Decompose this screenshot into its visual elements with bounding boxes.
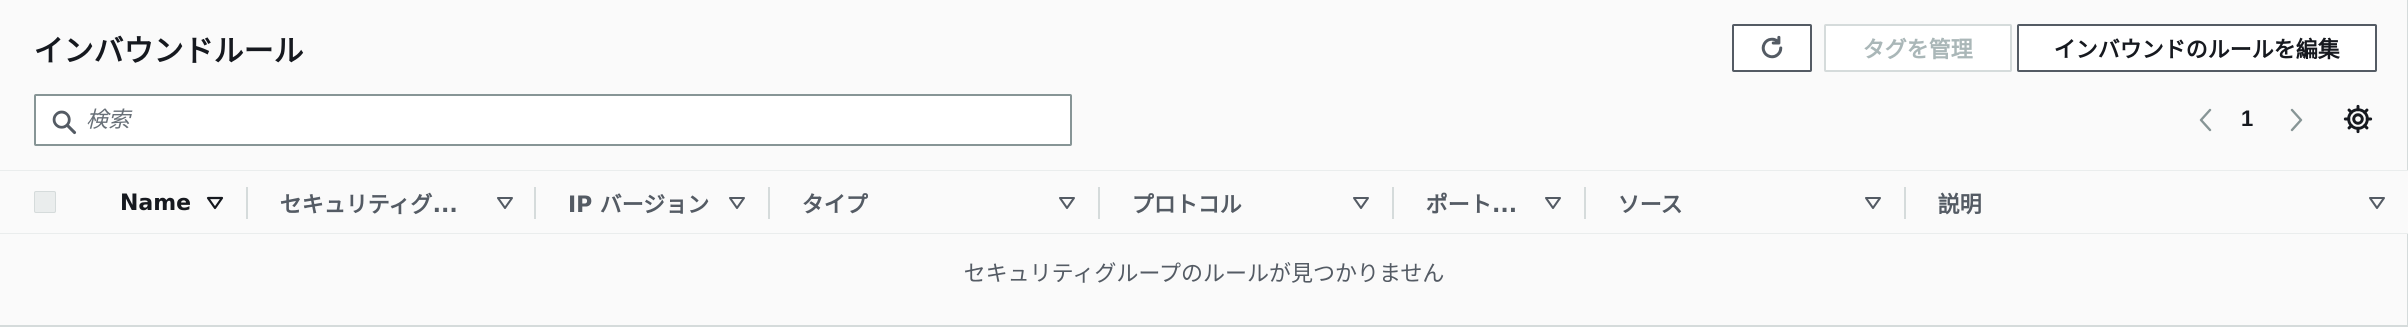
sort-icon[interactable]	[496, 195, 514, 211]
column-divider[interactable]	[1392, 187, 1394, 219]
table-header: Name セキュリティグ... IP バージョン タイプ プロトコル ポート..…	[0, 170, 2408, 234]
column-header-security-group[interactable]: セキュリティグ...	[280, 171, 458, 235]
column-header-ip-version[interactable]: IP バージョン	[568, 171, 710, 235]
manage-tags-button[interactable]: タグを管理	[1824, 24, 2012, 72]
column-header-name[interactable]: Name	[120, 171, 191, 235]
select-all-checkbox[interactable]	[34, 191, 56, 213]
chevron-left-icon[interactable]	[2194, 104, 2218, 136]
sort-icon[interactable]	[728, 195, 746, 211]
current-page-number[interactable]: 1	[2241, 106, 2253, 132]
panel-title: インバウンドルール	[34, 34, 304, 69]
column-divider[interactable]	[1098, 187, 1100, 219]
column-divider[interactable]	[1584, 187, 1586, 219]
edit-inbound-rules-button[interactable]: インバウンドのルールを編集	[2017, 24, 2377, 72]
column-divider[interactable]	[768, 187, 770, 219]
sort-icon[interactable]	[1058, 195, 1076, 211]
column-divider[interactable]	[1904, 187, 1906, 219]
column-header-protocol[interactable]: プロトコル	[1132, 171, 1242, 235]
column-header-source[interactable]: ソース	[1618, 171, 1683, 235]
column-divider[interactable]	[534, 187, 536, 219]
column-header-port[interactable]: ポート...	[1426, 171, 1517, 235]
search-box[interactable]	[34, 94, 1072, 146]
chevron-right-icon[interactable]	[2284, 104, 2308, 136]
sort-icon[interactable]	[1352, 195, 1370, 211]
search-icon	[52, 110, 77, 135]
refresh-icon	[1761, 35, 1783, 59]
search-input[interactable]	[86, 104, 1046, 136]
column-header-description[interactable]: 説明	[1938, 171, 1982, 235]
refresh-button[interactable]	[1732, 24, 1812, 72]
inbound-rules-panel: インバウンドルール タグを管理 インバウンドのルールを編集 1 Name	[0, 0, 2408, 327]
sort-icon[interactable]	[2368, 195, 2386, 211]
empty-state-message: セキュリティグループのルールが見つかりません	[963, 262, 1445, 287]
gear-icon[interactable]	[2342, 103, 2374, 135]
sort-icon[interactable]	[1544, 195, 1562, 211]
column-header-type[interactable]: タイプ	[802, 171, 868, 235]
sort-icon[interactable]	[1864, 195, 1882, 211]
column-divider[interactable]	[246, 187, 248, 219]
sort-filled-icon[interactable]	[206, 195, 224, 211]
